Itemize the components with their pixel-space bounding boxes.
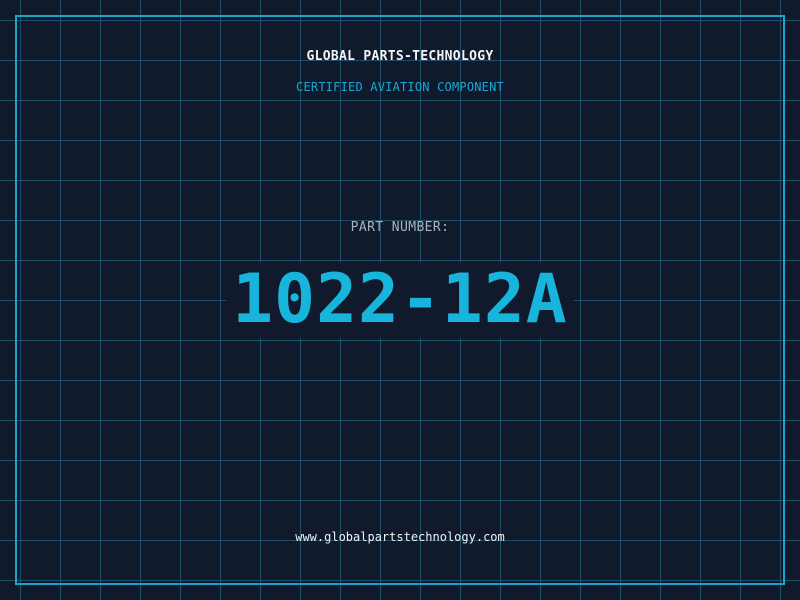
website-url: www.globalpartstechnology.com	[295, 530, 505, 544]
part-number-value: 1022-12A	[226, 262, 574, 338]
part-number-container: 1022-12A	[0, 262, 800, 338]
label-card: GLOBAL PARTS-TECHNOLOGY CERTIFIED AVIATI…	[0, 0, 800, 600]
brand-name: GLOBAL PARTS-TECHNOLOGY	[306, 49, 494, 64]
brand-subtitle: CERTIFIED AVIATION COMPONENT	[296, 80, 504, 94]
part-number-label: PART NUMBER:	[350, 220, 450, 235]
